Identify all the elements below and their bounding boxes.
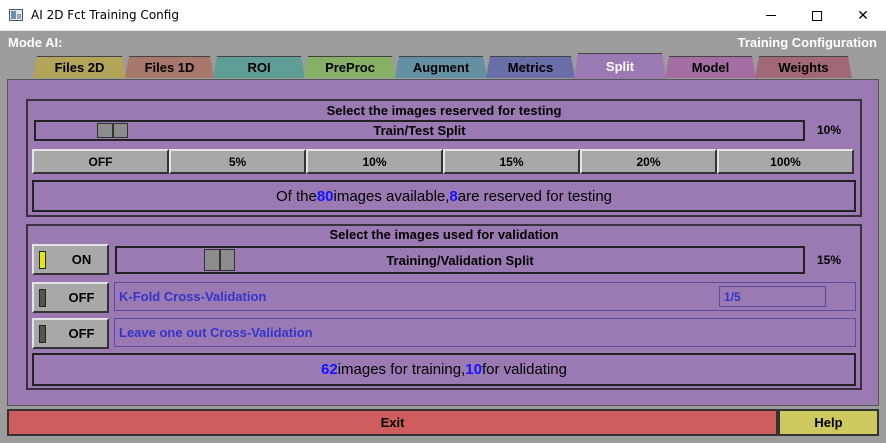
mode-label: Mode AI:: [8, 35, 63, 50]
tab-augment[interactable]: Augment: [395, 56, 487, 78]
maximize-icon: [812, 10, 822, 21]
close-icon: ✕: [857, 7, 869, 24]
minimize-icon: [766, 15, 776, 16]
validation-group: Select the images used for validation ON…: [26, 224, 862, 390]
reserved-images-count: 8: [449, 187, 458, 205]
tab-preproc[interactable]: PreProc: [304, 56, 396, 78]
train-test-slider-label: Train/Test Split: [373, 123, 466, 138]
exit-button[interactable]: Exit: [7, 409, 778, 436]
test-preset-5-button[interactable]: 5%: [169, 149, 306, 174]
testing-group-title: Select the images reserved for testing: [326, 103, 562, 118]
main-area: Mode AI: Training Configuration Files 2D…: [0, 31, 886, 443]
help-button[interactable]: Help: [778, 409, 879, 436]
kfold-toggle[interactable]: OFF: [32, 282, 109, 313]
train-test-slider[interactable]: Train/Test Split: [34, 120, 805, 141]
validation-led-icon: [39, 251, 46, 269]
validation-group-title: Select the images used for validation: [329, 227, 559, 242]
kfold-led-icon: [39, 289, 46, 307]
train-test-percent: 10%: [817, 123, 842, 137]
tab-roi[interactable]: ROI: [213, 56, 305, 78]
test-preset-100-button[interactable]: 100%: [717, 149, 854, 174]
testing-info: Of the 80 images available, 8 are reserv…: [32, 180, 856, 212]
train-test-slider-thumb[interactable]: [97, 123, 128, 138]
testing-group: Select the images reserved for testing T…: [26, 99, 862, 217]
loo-toggle[interactable]: OFF: [32, 318, 109, 349]
validation-toggle[interactable]: ON: [32, 244, 109, 275]
test-preset-15-button[interactable]: 15%: [443, 149, 580, 174]
training-images-count: 62: [321, 361, 338, 378]
maximize-button[interactable]: [794, 0, 840, 31]
training-validation-slider-thumb[interactable]: [204, 249, 235, 271]
tab-model[interactable]: Model: [665, 56, 756, 78]
tab-files-2d[interactable]: Files 2D: [33, 56, 126, 78]
split-panel: Select the images reserved for testing T…: [7, 79, 879, 406]
validation-info: 62 images for training, 10 for validatin…: [32, 353, 856, 386]
test-preset-10-button[interactable]: 10%: [306, 149, 443, 174]
tab-metrics[interactable]: Metrics: [486, 56, 575, 78]
minimize-button[interactable]: [748, 0, 794, 31]
test-preset-20-button[interactable]: 20%: [580, 149, 717, 174]
app-icon: [9, 9, 23, 21]
title-bar: AI 2D Fct Training Config ✕: [0, 0, 886, 31]
validating-images-count: 10: [465, 361, 482, 378]
test-preset-off-button[interactable]: OFF: [32, 149, 169, 174]
kfold-value-field[interactable]: 1/5: [719, 286, 826, 307]
section-title: Training Configuration: [737, 35, 877, 50]
tab-files-1d[interactable]: Files 1D: [125, 56, 214, 78]
close-button[interactable]: ✕: [840, 0, 886, 31]
window-title: AI 2D Fct Training Config: [31, 8, 179, 22]
kfold-option: K-Fold Cross-Validation 1/5: [114, 282, 856, 311]
tab-weights[interactable]: Weights: [755, 56, 852, 78]
training-validation-percent: 15%: [817, 253, 842, 267]
loo-label: Leave one out Cross-Validation: [119, 325, 313, 340]
loo-led-icon: [39, 325, 46, 343]
loo-option: Leave one out Cross-Validation: [114, 318, 856, 347]
total-images-count: 80: [316, 187, 334, 205]
training-validation-slider[interactable]: Training/Validation Split: [115, 246, 805, 274]
tab-split[interactable]: Split: [574, 53, 666, 79]
kfold-label: K-Fold Cross-Validation: [119, 289, 267, 304]
